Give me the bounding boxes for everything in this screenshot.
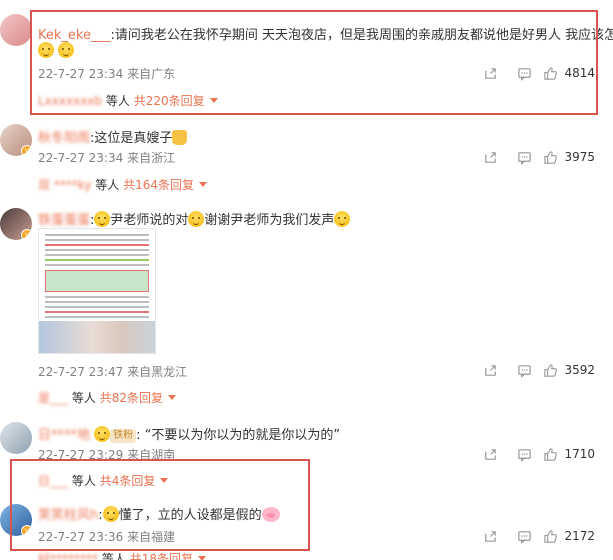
comment-actions: 3592 — [473, 361, 595, 379]
avatar[interactable]: v — [0, 208, 32, 240]
reply-suffix: 等人 — [71, 391, 96, 405]
like-count: 3592 — [564, 363, 595, 377]
comment-username[interactable]: 秋冬阳雨 — [38, 131, 90, 146]
verified-badge: v — [21, 229, 32, 240]
share-icon[interactable] — [473, 527, 507, 545]
avatar[interactable] — [0, 422, 32, 454]
comment-text: 这位是真嫂子 — [94, 131, 173, 146]
colon: : — [136, 428, 141, 443]
replies-summary[interactable]: 是___ 等人 共82条回复 — [38, 389, 176, 406]
replies-summary[interactable]: 双 ****ky 等人 共164条回复 — [38, 176, 208, 193]
emoji-icon — [94, 211, 111, 227]
reply-count[interactable]: 共82条回复 — [100, 391, 163, 405]
highlight-box — [10, 459, 310, 551]
comment-meta: 22-7-27 23:34 来自浙江 — [38, 149, 175, 166]
comment-icon[interactable] — [507, 148, 541, 166]
fan-badge: 铁粉 — [110, 429, 137, 443]
like-icon — [544, 529, 558, 543]
comment-meta: 22-7-27 23:47 来自黑龙江 — [38, 363, 187, 380]
like-button[interactable]: 3975 — [543, 150, 595, 165]
comment-username[interactable]: 日****地 — [38, 428, 90, 443]
comment-time: 22-7-27 23:34 — [38, 151, 124, 165]
like-count: 2172 — [564, 529, 595, 543]
share-icon[interactable] — [473, 148, 507, 166]
comment-time: 22-7-27 23:47 — [38, 365, 124, 379]
reply-count[interactable]: 共18条回复 — [130, 552, 193, 560]
chevron-down-icon — [167, 395, 176, 400]
comment-actions: 2172 — [473, 527, 595, 545]
reply-username[interactable]: 是___ — [38, 391, 68, 405]
thumbs-up-icon — [172, 130, 188, 145]
emoji-icon — [188, 211, 205, 227]
reply-suffix: 等人 — [95, 178, 120, 192]
comment-2: v 秋冬阳雨:这位是真嫂子 22-7-27 23:34 来自浙江 3975 双 … — [0, 110, 613, 200]
share-icon[interactable] — [473, 445, 507, 463]
comment-icon[interactable] — [507, 445, 541, 463]
verified-badge: v — [21, 145, 32, 156]
comment-3-footer: 22-7-27 23:47 来自黑龙江 3592 是___ 等人 共82条回复 — [0, 355, 613, 410]
comment-text: “不要以为你以为的就是你以为的” — [144, 428, 341, 443]
like-button[interactable]: 2172 — [543, 529, 595, 544]
reply-count[interactable]: 共164条回复 — [123, 178, 194, 192]
comment-location: 来自浙江 — [127, 151, 176, 165]
like-icon — [544, 363, 558, 377]
share-icon[interactable] — [473, 361, 507, 379]
comment-text: 尹老师说的对 — [110, 213, 189, 228]
reply-username[interactable]: 双 ****ky — [38, 178, 91, 192]
comment-text-line: 铁蛋蛋蛋: 尹老师说的对 谢谢尹老师为我们发声 — [38, 209, 351, 228]
reply-suffix: 等人 — [101, 552, 126, 560]
like-button[interactable]: 3592 — [543, 363, 595, 378]
chevron-down-icon — [197, 556, 206, 560]
comment-username[interactable]: 铁蛋蛋蛋 — [38, 213, 90, 228]
comment-icon[interactable] — [507, 361, 541, 379]
comment-actions: 3975 — [473, 148, 595, 166]
like-button[interactable]: 1710 — [543, 447, 595, 462]
chevron-down-icon — [199, 182, 208, 187]
comment-location: 来自黑龙江 — [127, 365, 188, 379]
like-icon — [544, 447, 558, 461]
avatar[interactable]: v — [0, 124, 32, 156]
comment-actions: 1710 — [473, 445, 595, 463]
emoji-icon — [334, 211, 351, 227]
comment-text-line: 日****地 铁粉: “不要以为你以为的就是你以为的” — [38, 424, 340, 443]
comment-icon[interactable] — [507, 527, 541, 545]
replies-summary[interactable]: 好******** 等人 共18条回复 — [38, 550, 206, 560]
like-count: 1710 — [564, 447, 595, 461]
fan-emoji-icon — [94, 426, 111, 442]
comment-text-2: 谢谢尹老师为我们发声 — [204, 213, 335, 228]
post-image[interactable] — [38, 228, 156, 354]
highlight-box — [30, 10, 598, 115]
like-icon — [544, 150, 558, 164]
avatar[interactable] — [0, 14, 32, 46]
reply-username[interactable]: 好******** — [38, 552, 98, 560]
like-count: 3975 — [564, 150, 595, 164]
comment-text-line: 秋冬阳雨:这位是真嫂子 — [38, 127, 188, 146]
